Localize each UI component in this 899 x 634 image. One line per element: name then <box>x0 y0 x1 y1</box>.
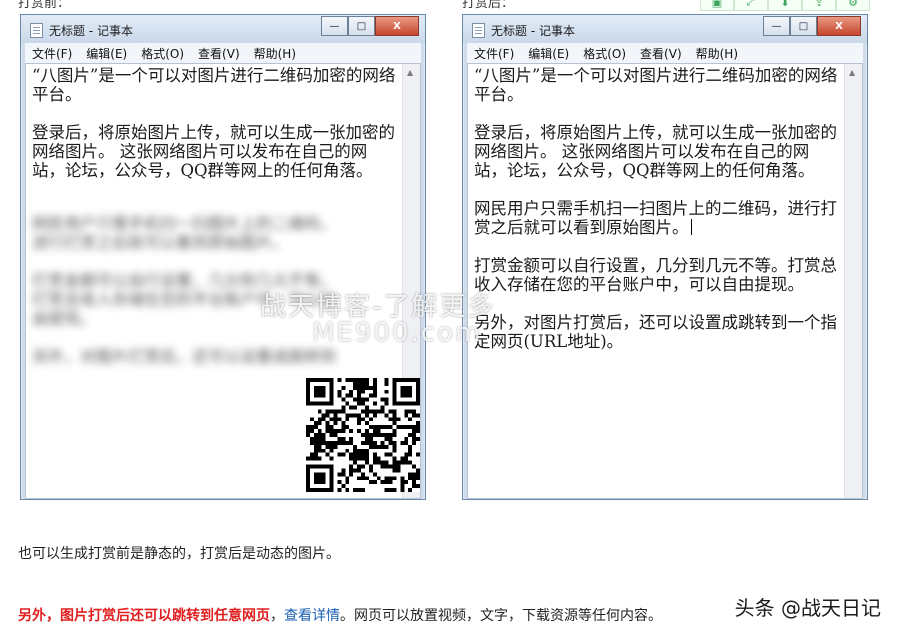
download-icon[interactable]: ⬇ <box>768 0 802 11</box>
close-button[interactable]: X <box>375 16 419 36</box>
editor-text: “八图片”是一个可以对图片进行二维码加密的网络平台。 登录后，将原始图片上传，就… <box>474 66 838 351</box>
menu-edit[interactable]: 编辑(E) <box>79 45 134 62</box>
qr-code-image <box>306 378 420 492</box>
description-paragraph: 也可以生成打赏前是静态的，打赏后是动态的图片。 <box>18 546 340 562</box>
menu-view[interactable]: 查看(V) <box>633 45 689 62</box>
editor-text: “八图片”是一个可以对图片进行二维码加密的网络平台。 登录后，将原始图片上传，就… <box>32 66 396 180</box>
watermark-url: ME900.com <box>312 318 483 348</box>
highlight-text: 另外，图片打赏后还可以跳转到任意网页 <box>18 608 270 624</box>
menu-edit[interactable]: 编辑(E) <box>521 45 576 62</box>
menu-format[interactable]: 格式(O) <box>576 45 633 62</box>
menu-help[interactable]: 帮助(H) <box>689 45 745 62</box>
menu-format[interactable]: 格式(O) <box>134 45 191 62</box>
vertical-scrollbar[interactable]: ▲ <box>844 64 862 498</box>
title-bar[interactable]: 无标题 - 记事本 — □ X <box>21 15 425 43</box>
notepad-app-icon <box>472 23 485 38</box>
title-bar[interactable]: 无标题 - 记事本 — □ X <box>463 15 867 43</box>
maximize-button[interactable]: □ <box>790 16 817 36</box>
text-caret <box>690 219 692 235</box>
image-toolbar: ▣ ⤢ ⬇ ⇪ ⚙ <box>700 0 870 11</box>
notepad-app-icon <box>30 23 43 38</box>
author-credit: 头条 @战天日记 <box>734 596 881 620</box>
text-editor[interactable]: “八图片”是一个可以对图片进行二维码加密的网络平台。 登录后，将原始图片上传，就… <box>467 63 863 499</box>
expand-icon[interactable]: ⤢ <box>734 0 768 11</box>
menu-view[interactable]: 查看(V) <box>191 45 247 62</box>
details-link[interactable]: 查看详情 <box>284 608 340 624</box>
export-icon[interactable]: ⇪ <box>802 0 836 11</box>
menu-help[interactable]: 帮助(H) <box>247 45 303 62</box>
window-title: 无标题 - 记事本 <box>491 24 575 38</box>
minimize-button[interactable]: — <box>321 16 348 36</box>
redirect-paragraph: 另外，图片打赏后还可以跳转到任意网页，查看详情。网页可以放置视频，文字，下载资源… <box>18 608 662 624</box>
notepad-window-after: 无标题 - 记事本 — □ X 文件(F) 编辑(E) 格式(O) 查看(V) … <box>462 14 868 500</box>
settings-icon[interactable]: ⚙ <box>836 0 870 11</box>
after-label: 打赏后： <box>462 0 515 11</box>
before-label: 打赏前： <box>18 0 71 11</box>
menu-file[interactable]: 文件(F) <box>467 45 521 62</box>
menu-file[interactable]: 文件(F) <box>25 45 79 62</box>
menu-bar: 文件(F) 编辑(E) 格式(O) 查看(V) 帮助(H) <box>25 43 421 63</box>
maximize-button[interactable]: □ <box>348 16 375 36</box>
minimize-button[interactable]: — <box>763 16 790 36</box>
window-title: 无标题 - 记事本 <box>49 24 133 38</box>
menu-bar: 文件(F) 编辑(E) 格式(O) 查看(V) 帮助(H) <box>467 43 863 63</box>
close-button[interactable]: X <box>817 16 861 36</box>
save-icon[interactable]: ▣ <box>700 0 734 11</box>
